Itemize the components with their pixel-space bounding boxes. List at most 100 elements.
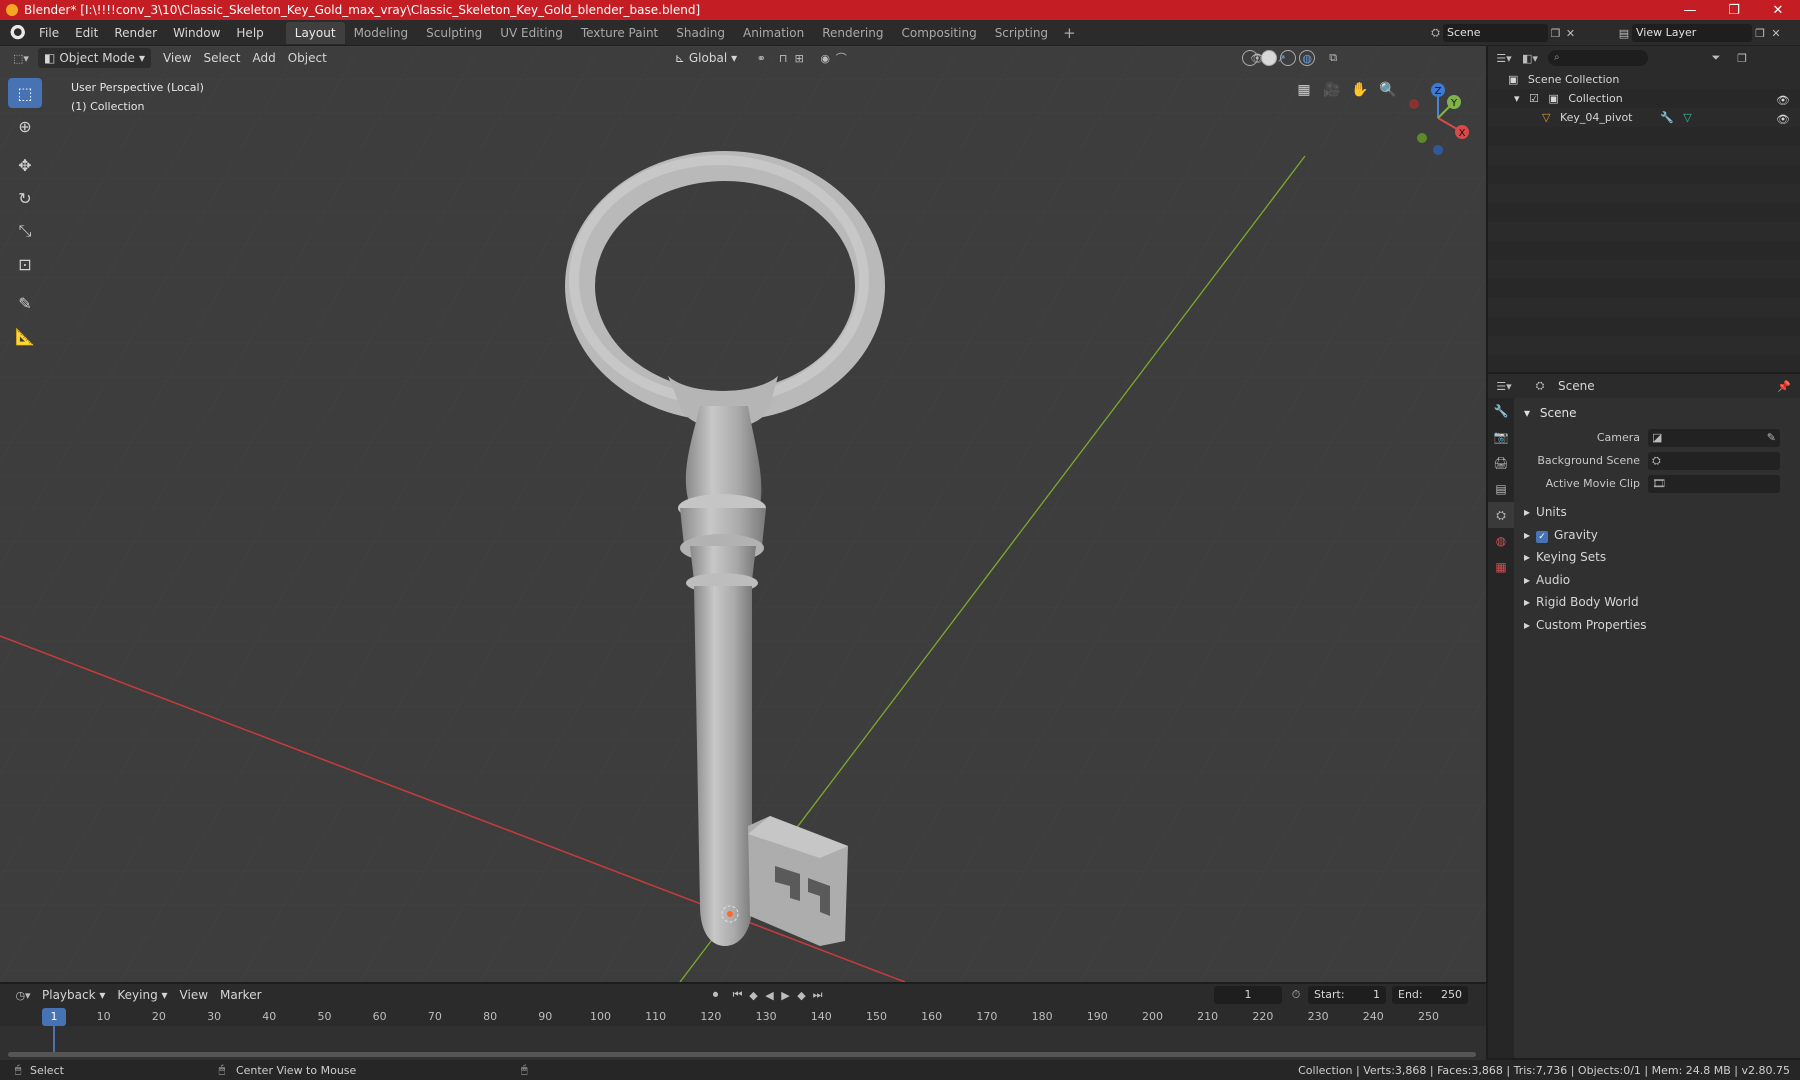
delete-view-layer-icon[interactable]: ✕	[1768, 25, 1784, 41]
navigation-gizmo[interactable]: Z X Y	[1398, 78, 1478, 158]
scene-panel-header[interactable]: ▾ Scene	[1516, 402, 1798, 424]
scene-name-field[interactable]: Scene	[1442, 24, 1549, 42]
zoom-icon[interactable]: 🔍	[1378, 80, 1398, 100]
measure-tool-icon[interactable]: 📐	[8, 321, 42, 351]
tab-scripting[interactable]: Scripting	[986, 22, 1057, 44]
cursor-tool-icon[interactable]: ⊕	[8, 111, 42, 141]
active-movie-clip-field[interactable]: 🎞	[1648, 474, 1780, 493]
jump-keyframe-back-icon[interactable]: ◆	[746, 987, 762, 1003]
tab-texture-paint[interactable]: Texture Paint	[572, 22, 667, 44]
outliner-row-collection[interactable]: ▾ ☑ ▣ Collection 👁	[1488, 89, 1800, 108]
outliner-row-scene-collection[interactable]: ▣ Scene Collection	[1488, 70, 1800, 89]
add-workspace-button[interactable]: +	[1057, 24, 1082, 42]
view-layer-selector[interactable]: ▤ View Layer ❐ ✕	[1616, 23, 1796, 43]
editor-type-icon[interactable]: ⬚▾	[8, 50, 34, 66]
new-scene-icon[interactable]: ❐	[1548, 25, 1563, 41]
tab-uv-editing[interactable]: UV Editing	[491, 22, 572, 44]
viewport-menu-view[interactable]: View	[157, 48, 197, 68]
world-tab-icon[interactable]: ◍	[1488, 528, 1514, 554]
gravity-panel[interactable]: ▸ ✓ Gravity	[1516, 524, 1798, 547]
outliner-editor-icon[interactable]: ☰▾	[1496, 50, 1512, 66]
viewport-menu-object[interactable]: Object	[282, 48, 333, 68]
view-layer-name-field[interactable]: View Layer	[1632, 24, 1752, 42]
jump-start-icon[interactable]: ⏮	[730, 987, 746, 1003]
tab-compositing[interactable]: Compositing	[892, 22, 985, 44]
menu-edit[interactable]: Edit	[67, 22, 106, 44]
menu-render[interactable]: Render	[106, 22, 165, 44]
menu-window[interactable]: Window	[165, 22, 228, 44]
rotate-tool-icon[interactable]: ↻	[8, 183, 42, 213]
minimize-button[interactable]: —	[1668, 0, 1712, 20]
audio-panel[interactable]: ▸ Audio	[1516, 569, 1798, 592]
pin-icon[interactable]: 📌	[1776, 378, 1792, 394]
pan-hand-icon[interactable]: ✋	[1350, 80, 1370, 100]
xray-toggle-icon[interactable]: ⧉	[1325, 50, 1341, 66]
scale-tool-icon[interactable]: ⤡	[8, 216, 42, 246]
start-frame-field[interactable]: Start: 1	[1308, 986, 1386, 1004]
tab-sculpting[interactable]: Sculpting	[417, 22, 491, 44]
menu-help[interactable]: Help	[228, 22, 271, 44]
custom-properties-panel[interactable]: ▸ Custom Properties	[1516, 614, 1798, 637]
falloff-icon[interactable]: ⌒	[833, 50, 849, 66]
pivot-point-icon[interactable]: ⚭	[753, 50, 769, 66]
keying-sets-panel[interactable]: ▸ Keying Sets	[1516, 546, 1798, 569]
rigid-body-world-panel[interactable]: ▸ Rigid Body World	[1516, 591, 1798, 614]
properties-editor-icon[interactable]: ☰▾	[1496, 378, 1512, 394]
end-frame-field[interactable]: End: 250	[1392, 986, 1468, 1004]
transform-tool-icon[interactable]: ⊡	[8, 249, 42, 279]
record-icon[interactable]: ⏺	[708, 987, 724, 1003]
camera-view-icon[interactable]: 🎥	[1322, 80, 1342, 100]
transform-orientation-selector[interactable]: ⊾ Global ▾	[669, 48, 743, 68]
timeline-menu-marker[interactable]: Marker	[214, 985, 267, 1005]
timeline-scrollbar[interactable]	[8, 1052, 1476, 1057]
jump-end-icon[interactable]: ⏭	[810, 987, 826, 1003]
gravity-checkbox[interactable]: ✓	[1536, 530, 1549, 543]
select-box-tool-icon[interactable]: ⬚	[8, 78, 42, 108]
maximize-button[interactable]: ❐	[1712, 0, 1756, 20]
snap-target-icon[interactable]: ⊞	[791, 50, 807, 66]
timeline-menu-view[interactable]: View	[174, 985, 214, 1005]
tab-animation[interactable]: Animation	[734, 22, 813, 44]
new-view-layer-icon[interactable]: ❐	[1752, 25, 1768, 41]
mode-selector[interactable]: ◧ Object Mode ▾	[38, 48, 151, 68]
new-collection-icon[interactable]: ❐	[1734, 50, 1750, 66]
render-tab-icon[interactable]: 📷	[1488, 424, 1514, 450]
grid-view-icon[interactable]: ▦	[1294, 80, 1314, 100]
timeline-track-area[interactable]	[0, 1026, 1486, 1060]
timeline-editor-icon[interactable]: ◷▾	[10, 987, 36, 1003]
timeline-menu-keying[interactable]: Keying ▾	[111, 985, 173, 1005]
units-panel[interactable]: ▸ Units	[1516, 501, 1798, 524]
3d-viewport[interactable]: ⬚▾ ◧ Object Mode ▾ View Select Add Objec…	[0, 46, 1486, 982]
delete-scene-icon[interactable]: ✕	[1563, 25, 1578, 41]
scene-tab-icon[interactable]: ⛭	[1488, 502, 1514, 528]
expand-arrow-icon[interactable]: ▾	[1514, 92, 1520, 105]
modifier-icon[interactable]: 🔧	[1660, 111, 1674, 124]
move-tool-icon[interactable]: ✥	[8, 150, 42, 180]
gizmo-neg-x[interactable]	[1409, 99, 1419, 109]
mesh-data-icon[interactable]: ▽	[1683, 111, 1691, 124]
viewport-menu-add[interactable]: Add	[246, 48, 281, 68]
background-scene-field[interactable]: ⛭	[1648, 451, 1780, 470]
close-button[interactable]: ✕	[1756, 0, 1800, 20]
tool-tab-icon[interactable]: 🔧	[1488, 398, 1514, 424]
texture-tab-icon[interactable]: ▦	[1488, 554, 1514, 580]
output-tab-icon[interactable]: 🖨	[1488, 450, 1514, 476]
eyedropper-icon[interactable]: ✎	[1767, 431, 1776, 444]
view-layer-tab-icon[interactable]: ▤	[1488, 476, 1514, 502]
snap-icon[interactable]: ⊓	[775, 50, 791, 66]
play-icon[interactable]: ▶	[778, 987, 794, 1003]
outliner-search-input[interactable]: ⌕	[1548, 50, 1648, 66]
display-mode-icon[interactable]: ◧▾	[1522, 50, 1538, 66]
solid-shading-icon[interactable]	[1261, 50, 1277, 66]
playhead-frame-indicator[interactable]: 1	[42, 1008, 66, 1026]
play-reverse-icon[interactable]: ◀	[762, 987, 778, 1003]
tab-modeling[interactable]: Modeling	[345, 22, 418, 44]
viewport-menu-select[interactable]: Select	[197, 48, 246, 68]
timeline-ruler[interactable]: 10 20 30 40 50 60 70 80 90 100 110 120 130 140 150 160 1…	[0, 1008, 1486, 1026]
filter-icon[interactable]: ⏷	[1708, 50, 1724, 66]
timeline-menu-playback[interactable]: Playback ▾	[36, 985, 111, 1005]
camera-field[interactable]: ◪ ✎	[1648, 428, 1780, 447]
tab-rendering[interactable]: Rendering	[813, 22, 892, 44]
blender-logo-icon[interactable]	[7, 23, 25, 42]
scene-selector[interactable]: ⛭ Scene ❐ ✕	[1428, 23, 1578, 43]
